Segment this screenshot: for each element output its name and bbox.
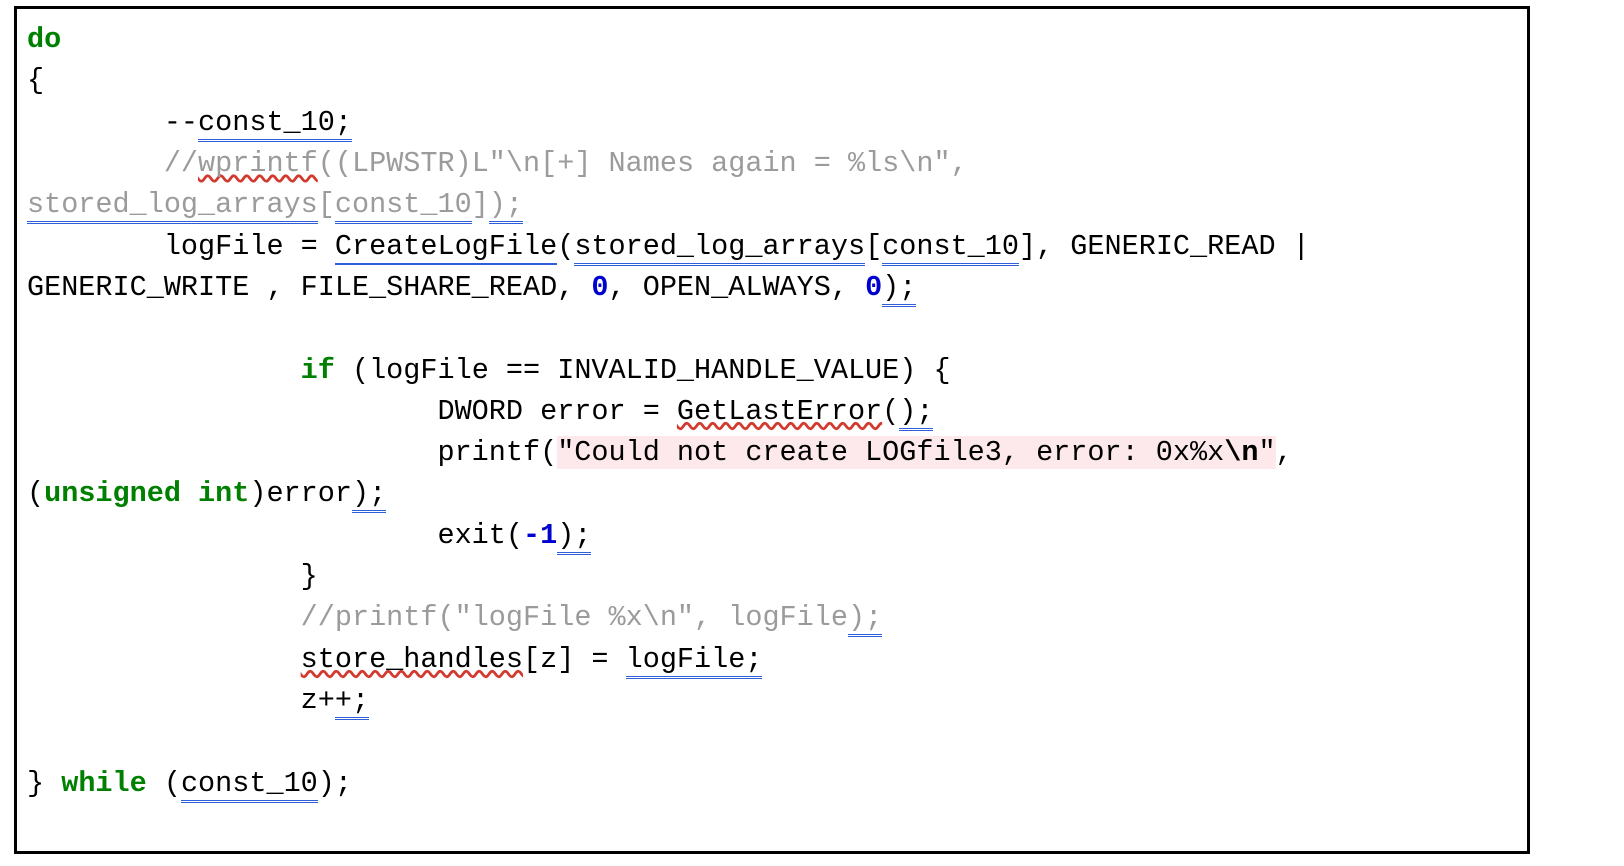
- comment-stored-arr: stored_log_arrays: [27, 188, 318, 224]
- identifier-logfile: logFile;: [626, 643, 763, 679]
- indent-2: [27, 601, 301, 634]
- identifier-const10-2: const_10: [882, 230, 1019, 266]
- identifier-const10-3: const_10: [181, 767, 318, 803]
- if-condition: (logFile == INVALID_HANDLE_VALUE) {: [335, 354, 951, 387]
- string-literal: "Could not create LOGfile3, error: 0x%x\…: [557, 436, 1275, 469]
- close-paren-semi: );: [882, 271, 916, 307]
- comment-slashes: //: [164, 147, 198, 180]
- identifier-store-handles: store_handles: [301, 643, 523, 676]
- comment-close-semi: );: [489, 188, 523, 224]
- line-dec-const: --: [27, 106, 198, 139]
- indent: [27, 147, 164, 180]
- cast-open: (: [27, 477, 44, 510]
- number-one: 1: [540, 519, 557, 552]
- comment-const10: const_10: [335, 188, 472, 224]
- line-createlog-rest: ], GENERIC_READ |: [1019, 230, 1327, 263]
- comma-space: ,: [1276, 436, 1310, 469]
- close-brace: }: [27, 767, 61, 800]
- line-createlog-2: GENERIC_WRITE , FILE_SHARE_READ,: [27, 271, 591, 304]
- code-listing: do { --const_10; //wprintf((LPWSTR)L"\n[…: [27, 19, 1517, 804]
- bracket-close: ]: [472, 188, 489, 221]
- paren-open-1: (: [882, 395, 899, 428]
- comment-slashes-2: //: [301, 601, 335, 634]
- comment-line-2: //printf("logFile %x\n", logFile);: [27, 601, 882, 637]
- fn-createlogfile: CreateLogFile: [335, 230, 557, 265]
- comment-close-semi-2: );: [848, 601, 882, 637]
- line-createlog-mid: , OPEN_ALWAYS,: [609, 271, 866, 304]
- keyword-unsigned-int: unsigned int: [44, 477, 249, 510]
- while-open: (: [147, 767, 181, 800]
- keyword-if: if: [301, 354, 335, 387]
- string-body: "Could not create LOGfile3, error: 0x%x: [557, 436, 1224, 469]
- cast-rest: )error: [249, 477, 352, 510]
- keyword-do: do: [27, 23, 61, 56]
- exit-indent: exit(: [27, 519, 523, 552]
- identifier-stored-arr: stored_log_arrays: [574, 230, 865, 266]
- line-createlog-1: logFile =: [27, 230, 335, 263]
- zpp-tail: +;: [335, 684, 369, 720]
- string-end-quote: ": [1258, 436, 1275, 469]
- number-zero-2: 0: [865, 271, 882, 304]
- comment-line-1: //wprintf((LPWSTR)L"\n[+] Names again = …: [27, 147, 985, 224]
- keyword-while: while: [61, 767, 147, 800]
- bracket-open: [: [318, 188, 335, 221]
- dword-line-indent: DWORD error =: [27, 395, 677, 428]
- comment-rest-2: printf("logFile %x\n", logFile: [335, 601, 848, 634]
- paren-open: (: [557, 230, 574, 263]
- store-indent: [27, 643, 301, 676]
- string-escape-n: \n: [1224, 436, 1258, 469]
- store-idx: [z] =: [523, 643, 626, 676]
- if-indent: [27, 354, 301, 387]
- bracket-open-2: [: [865, 230, 882, 263]
- if-close-brace: }: [27, 560, 318, 593]
- comment-wprintf: wprintf: [198, 147, 318, 180]
- brace-open: {: [27, 64, 44, 97]
- number-zero-1: 0: [591, 271, 608, 304]
- close-paren-semi-2: );: [899, 395, 933, 431]
- code-block-frame: do { --const_10; //wprintf((LPWSTR)L"\n[…: [14, 6, 1530, 854]
- minus-sign: -: [523, 519, 540, 552]
- close-paren-semi-3: );: [352, 477, 386, 513]
- while-close: );: [318, 767, 352, 800]
- zpp-indent: z+: [27, 684, 335, 717]
- close-paren-semi-4: );: [557, 519, 591, 555]
- fn-getlasterror: GetLastError: [677, 395, 882, 428]
- comment-rest-1: ((LPWSTR)L"\n[+] Names again = %ls\n",: [318, 147, 985, 180]
- semicolon: ;: [335, 106, 352, 142]
- identifier-const10: const_10: [198, 106, 335, 142]
- printf-indent: printf(: [27, 436, 557, 469]
